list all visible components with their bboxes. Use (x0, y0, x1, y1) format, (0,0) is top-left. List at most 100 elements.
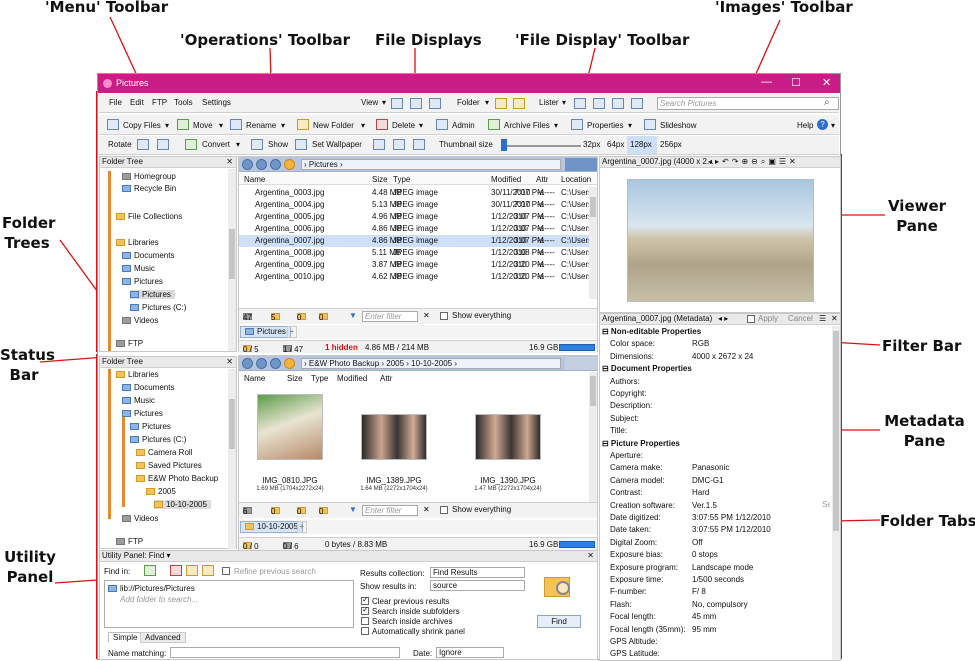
viewer-image[interactable] (627, 179, 814, 302)
col-size[interactable]: Size (372, 175, 388, 184)
help-dropdown-icon[interactable]: ▾ (831, 121, 835, 130)
tree2-item-pictures[interactable]: Pictures (122, 409, 163, 418)
properties-dropdown-icon[interactable]: ▾ (628, 121, 632, 130)
lister-icon-3[interactable] (612, 98, 624, 109)
archive-dropdown-icon[interactable]: ▾ (554, 121, 558, 130)
tree2-item-documents[interactable]: Documents (122, 383, 174, 392)
tree2-item-ftp[interactable]: FTP (116, 537, 143, 546)
col-type[interactable]: Type (393, 175, 410, 184)
results-collection-select[interactable]: Find Results (430, 567, 525, 578)
tree-close-icon[interactable]: ✕ (226, 157, 233, 167)
layout-icon-1[interactable] (391, 98, 403, 109)
file-list-scrollbar[interactable] (589, 187, 597, 299)
search-subfolders-checkbox[interactable] (361, 605, 369, 615)
lister-icon-1[interactable] (574, 98, 586, 109)
filter2-clear-icon[interactable]: ✕ (423, 505, 430, 514)
new-folder-dropdown-icon[interactable]: ▾ (361, 121, 365, 130)
tree2-item-saved-pictures[interactable]: Saved Pictures (136, 461, 202, 470)
file-row[interactable]: Argentina_0010.jpg 4.62 MB JPEG image 1/12/… (239, 271, 592, 283)
date-select[interactable]: Ignore (436, 647, 504, 658)
add-location-icon[interactable] (144, 565, 156, 576)
convert-dropdown-icon[interactable]: ▾ (236, 140, 240, 149)
menu-file[interactable]: File (109, 98, 122, 107)
tree-item-libraries[interactable]: Libraries (116, 238, 159, 247)
menu-edit[interactable]: Edit (130, 98, 144, 107)
menu-ftp[interactable]: FTP (152, 98, 167, 107)
col2-modified[interactable]: Modified (337, 374, 367, 383)
add-folder-hint[interactable]: Add folder to search... (120, 595, 198, 604)
filter-icon[interactable]: ▼ (349, 311, 357, 320)
convert-button[interactable]: Convert (202, 140, 230, 149)
tree2-item-camera-roll[interactable]: Camera Roll (136, 448, 192, 457)
favorites-icon[interactable] (284, 159, 295, 170)
back-icon-2[interactable] (242, 358, 253, 369)
tree-item-videos[interactable]: Videos (122, 316, 158, 325)
new-folder-button[interactable]: New Folder (313, 121, 354, 130)
copy-dropdown-icon[interactable]: ▾ (165, 121, 169, 130)
col2-size[interactable]: Size (287, 374, 303, 383)
size-option-128[interactable]: 128px (630, 140, 652, 149)
metadata-scrollbar[interactable] (832, 326, 840, 660)
apply-button[interactable]: Apply (758, 314, 778, 324)
auto-shrink-checkbox[interactable] (361, 627, 369, 635)
thumbnail-1[interactable] (257, 394, 323, 460)
filter-input-2[interactable]: Enter filter (362, 505, 418, 516)
col-attr[interactable]: Attr (536, 175, 548, 184)
metadata-field-value[interactable]: 1/500 seconds (692, 575, 744, 584)
display-options-icon-2[interactable] (565, 357, 597, 370)
tree-item-documents[interactable]: Documents (122, 251, 174, 260)
utility-find-dropdown[interactable]: Find ▾ (149, 551, 171, 560)
col2-name[interactable]: Name (244, 374, 265, 383)
lister-dropdown-icon[interactable]: ▾ (562, 98, 566, 107)
metadata-field-value[interactable]: 3:07:55 PM 1/12/2010 (692, 525, 771, 534)
metadata-field-value[interactable]: Ver.1.5 (692, 501, 717, 510)
image-tool-icon-2[interactable] (393, 139, 405, 150)
file-row[interactable]: Argentina_0004.jpg 5.13 MB JPEG image 30/11… (239, 199, 592, 211)
clear-previous-checkbox[interactable] (361, 595, 369, 605)
find-location-list[interactable]: lib://Pictures/Pictures Add folder to se… (104, 580, 354, 628)
search-icon[interactable]: ⌕ (824, 97, 830, 108)
rotate-left-icon[interactable] (137, 139, 149, 150)
folder-tab-pictures[interactable]: Pictures (240, 326, 291, 338)
minimize-icon[interactable]: — (761, 76, 772, 88)
tree-item-pictures[interactable]: Pictures (122, 277, 163, 286)
location-item[interactable]: lib://Pictures/Pictures (108, 584, 195, 593)
delete-button[interactable]: Delete (392, 121, 415, 130)
tree-item-pictures-c[interactable]: Pictures (C:) (130, 303, 186, 312)
refine-checkbox[interactable] (222, 567, 230, 575)
col2-type[interactable]: Type (311, 374, 328, 383)
browse-location-icon[interactable] (186, 565, 198, 576)
lister-icon-4[interactable] (631, 98, 643, 109)
tree2-item-ew-photo-backup[interactable]: E&W Photo Backup (136, 474, 218, 483)
new-tab-icon[interactable]: + (287, 326, 297, 338)
display-options-icon[interactable] (565, 158, 597, 171)
save-location-icon[interactable] (202, 565, 214, 576)
metadata-field-value[interactable]: Panasonic (692, 463, 729, 472)
apply-checkbox[interactable] (747, 315, 755, 323)
metadata-field-value[interactable]: Landscape mode (692, 563, 753, 572)
find-button[interactable]: Find (537, 615, 581, 628)
thumbnail-slider-thumb[interactable] (501, 139, 507, 151)
metadata-menu-icon[interactable]: ☰ (819, 314, 826, 324)
status-hidden[interactable]: 1 hidden (325, 343, 358, 352)
tree2-item-music[interactable]: Music (122, 396, 155, 405)
menu-tools[interactable]: Tools (174, 98, 193, 107)
file-row[interactable]: Argentina_0005.jpg 4.96 MB JPEG image 1/12/… (239, 211, 592, 223)
metadata-field-value[interactable]: 45 mm (692, 612, 716, 621)
rename-dropdown-icon[interactable]: ▾ (281, 121, 285, 130)
metadata-field-value[interactable]: RGB (692, 339, 709, 348)
tree-item-ftp[interactable]: FTP (116, 339, 143, 348)
close-icon[interactable]: ✕ (822, 76, 831, 89)
search-input[interactable]: Search Pictures (657, 97, 839, 110)
breadcrumb-2[interactable]: › E&W Photo Backup › 2005 › 10-10-2005 › (301, 358, 561, 369)
up-icon-2[interactable] (270, 358, 281, 369)
tab-simple[interactable]: Simple (108, 632, 143, 642)
forward-icon[interactable] (256, 159, 267, 170)
metadata-field-value[interactable]: 0 stops (692, 550, 718, 559)
tree-item-recycle-bin[interactable]: Recycle Bin (122, 184, 176, 193)
metadata-field-value[interactable]: 4000 x 2672 x 24 (692, 352, 753, 361)
col-modified[interactable]: Modified (491, 175, 521, 184)
tree-item-homegroup[interactable]: Homegroup (122, 172, 176, 181)
file-row[interactable]: Argentina_0009.jpg 3.87 MB JPEG image 1/12/… (239, 259, 592, 271)
back-icon[interactable] (242, 159, 253, 170)
